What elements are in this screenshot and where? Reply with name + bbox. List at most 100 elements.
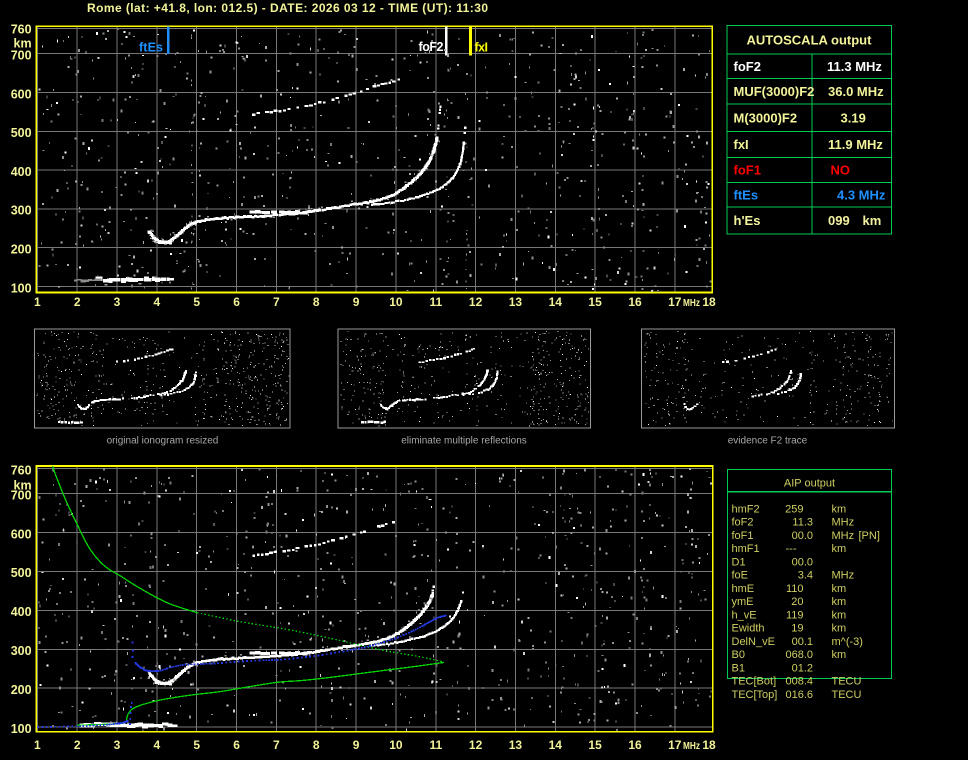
svg-text:00.0: 00.0: [792, 530, 813, 542]
svg-text:16: 16: [628, 295, 642, 309]
svg-text:760: 760: [11, 464, 32, 478]
svg-text:2: 2: [74, 295, 81, 309]
svg-text:km: km: [832, 649, 847, 661]
svg-text:foE: foE: [732, 570, 749, 582]
svg-text:Rome (lat: +41.8, lon: 012.5): Rome (lat: +41.8, lon: 012.5) - DATE: 20…: [87, 1, 488, 15]
svg-text:4: 4: [154, 738, 161, 752]
svg-text:600: 600: [11, 527, 32, 541]
svg-text:7: 7: [273, 738, 280, 752]
svg-text:1: 1: [34, 295, 41, 309]
svg-text:km: km: [863, 213, 882, 228]
svg-text:km: km: [832, 596, 847, 608]
svg-text:1: 1: [34, 738, 41, 752]
svg-text:M(3000)F2: M(3000)F2: [734, 110, 798, 125]
svg-text:110: 110: [786, 583, 804, 595]
svg-text:12: 12: [469, 738, 483, 752]
svg-text:km: km: [832, 543, 847, 555]
svg-text:MHz: MHz: [832, 530, 855, 542]
svg-text:AUTOSCALA output: AUTOSCALA output: [747, 33, 873, 48]
svg-text:5: 5: [193, 295, 200, 309]
svg-text:119: 119: [786, 609, 804, 621]
svg-text:9: 9: [353, 738, 360, 752]
svg-text:D1: D1: [732, 556, 746, 568]
svg-text:h'Es: h'Es: [734, 213, 761, 228]
svg-text:AIP output: AIP output: [784, 477, 835, 489]
svg-text:TEC[Bot]: TEC[Bot]: [732, 676, 777, 688]
svg-text:ftEs: ftEs: [734, 187, 759, 202]
svg-text:ymE: ymE: [732, 596, 754, 608]
svg-text:00.0: 00.0: [792, 556, 813, 568]
svg-text:4: 4: [154, 295, 161, 309]
svg-text:3: 3: [114, 295, 121, 309]
svg-text:099: 099: [828, 213, 850, 228]
svg-text:100: 100: [11, 281, 32, 295]
svg-text:DelN_vE: DelN_vE: [732, 636, 775, 648]
svg-text:11.3: 11.3: [792, 517, 813, 529]
svg-text:100: 100: [11, 722, 32, 736]
svg-text:8: 8: [313, 295, 320, 309]
svg-text:3: 3: [114, 738, 121, 752]
svg-text:8: 8: [313, 738, 320, 752]
svg-text:hmE: hmE: [732, 583, 755, 595]
svg-text:19: 19: [791, 623, 803, 635]
svg-text:11: 11: [429, 738, 442, 752]
svg-text:5: 5: [193, 738, 200, 752]
svg-text:TECU: TECU: [832, 676, 862, 688]
svg-text:15: 15: [588, 738, 602, 752]
svg-text:13: 13: [509, 738, 523, 752]
svg-text:6: 6: [233, 738, 240, 752]
svg-text:4.3 MHz: 4.3 MHz: [837, 187, 886, 202]
svg-text:14: 14: [549, 295, 563, 309]
svg-text:016.6: 016.6: [785, 689, 813, 701]
svg-text:01.2: 01.2: [792, 662, 813, 674]
svg-text:16: 16: [628, 738, 642, 752]
svg-text:3.19: 3.19: [841, 110, 866, 125]
svg-text:---: ---: [786, 543, 797, 555]
svg-text:400: 400: [11, 605, 32, 619]
svg-text:MHz: MHz: [683, 741, 700, 752]
svg-text:13: 13: [509, 295, 523, 309]
svg-text:ftEs: ftEs: [139, 41, 163, 55]
svg-text:km: km: [832, 623, 847, 635]
svg-text:300: 300: [11, 644, 32, 658]
svg-text:18: 18: [702, 295, 716, 309]
svg-text:14: 14: [549, 738, 563, 752]
svg-text:hmF2: hmF2: [732, 503, 760, 515]
svg-text:36.0 MHz: 36.0 MHz: [828, 84, 884, 99]
svg-text:500: 500: [11, 126, 32, 140]
svg-text:760: 760: [11, 23, 32, 37]
svg-text:700: 700: [11, 488, 32, 502]
svg-text:18: 18: [702, 738, 716, 752]
svg-text:200: 200: [11, 683, 32, 697]
svg-text:15: 15: [588, 295, 602, 309]
svg-text:2: 2: [74, 738, 81, 752]
svg-text:km: km: [832, 609, 847, 621]
svg-text:h_vE: h_vE: [732, 609, 757, 621]
svg-text:10: 10: [389, 295, 403, 309]
svg-text:6: 6: [233, 295, 240, 309]
svg-text:NO: NO: [831, 163, 851, 178]
svg-text:MHz: MHz: [832, 570, 855, 582]
svg-text:hmF1: hmF1: [732, 543, 760, 555]
svg-text:foF2: foF2: [419, 40, 444, 54]
svg-text:B1: B1: [732, 662, 745, 674]
svg-text:11: 11: [429, 295, 442, 309]
svg-text:km: km: [832, 583, 847, 595]
svg-text:10: 10: [389, 738, 403, 752]
svg-text:TEC[Top]: TEC[Top]: [732, 689, 778, 701]
svg-text:MHz: MHz: [832, 517, 855, 529]
svg-text:068.0: 068.0: [785, 649, 813, 661]
svg-text:foF2: foF2: [734, 59, 761, 74]
svg-text:17: 17: [668, 738, 682, 752]
svg-text:9: 9: [353, 295, 360, 309]
svg-text:7: 7: [273, 295, 280, 309]
svg-text:3.4: 3.4: [798, 570, 813, 582]
svg-text:259: 259: [785, 503, 803, 515]
svg-text:km: km: [832, 503, 847, 515]
svg-text:17: 17: [668, 295, 682, 309]
svg-text:00.1: 00.1: [792, 636, 813, 648]
svg-text:eliminate multiple reflections: eliminate multiple reflections: [401, 436, 527, 447]
svg-text:original ionogram resized: original ionogram resized: [107, 436, 219, 447]
svg-text:fxI: fxI: [475, 41, 489, 55]
svg-text:008.4: 008.4: [785, 676, 813, 688]
